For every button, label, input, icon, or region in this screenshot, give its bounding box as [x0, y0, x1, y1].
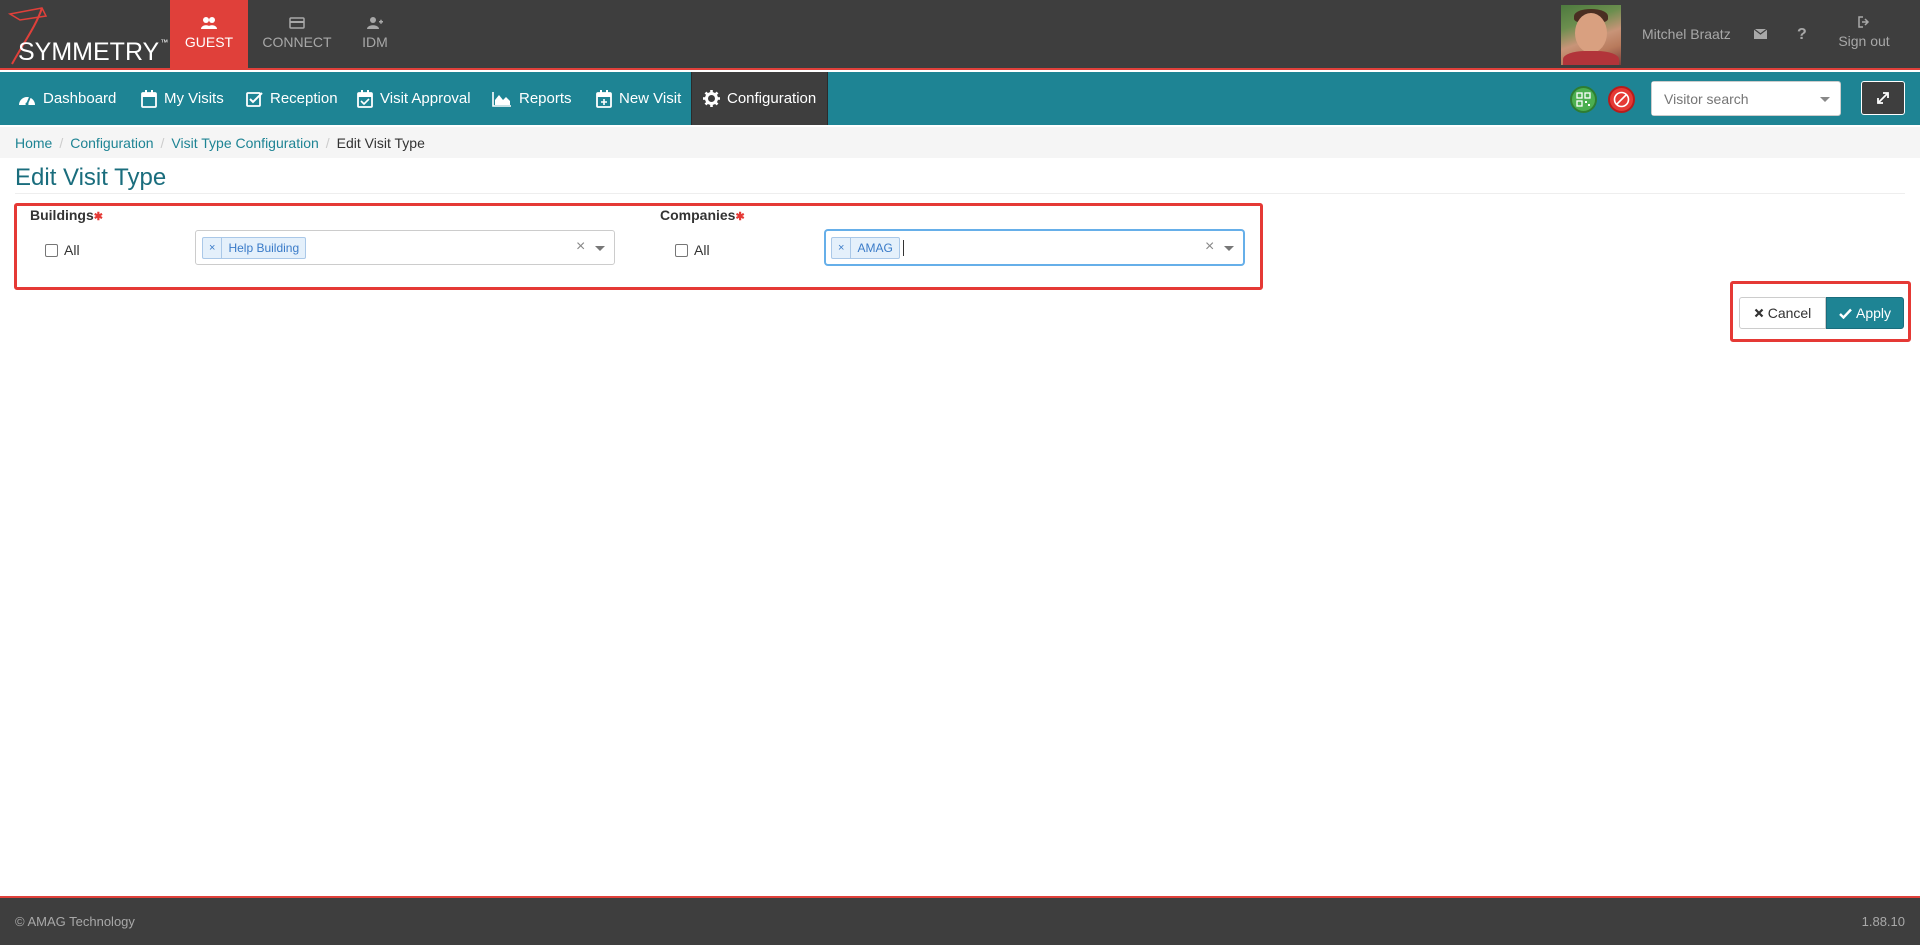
calendar-check-icon — [357, 89, 373, 108]
qr-code-icon — [1576, 92, 1591, 107]
footer: © AMAG Technology 1.88.10 — [0, 896, 1920, 945]
chevron-down-icon[interactable] — [595, 246, 605, 251]
qr-code-button[interactable] — [1570, 86, 1597, 113]
nav-visit-approval[interactable]: Visit Approval — [357, 72, 471, 125]
visitor-search-input[interactable] — [1652, 82, 1812, 115]
breadcrumb-separator: / — [325, 134, 330, 151]
main-nav: Dashboard My Visits Reception Visit Appr… — [0, 72, 1920, 125]
tab-idm[interactable]: IDM — [336, 0, 414, 70]
sign-out-button[interactable]: Sign out — [1836, 16, 1892, 49]
nav-my-visits[interactable]: My Visits — [141, 72, 224, 125]
nav-reports-label: Reports — [519, 90, 572, 107]
breadcrumb-configuration[interactable]: Configuration — [70, 135, 153, 151]
symmetry-logo[interactable]: SYMMETRY™ — [0, 0, 170, 70]
no-entry-icon — [1613, 91, 1630, 108]
user-plus-icon — [367, 17, 383, 29]
breadcrumb-visit-type-configuration[interactable]: Visit Type Configuration — [171, 135, 318, 151]
calendar-plus-icon — [596, 89, 612, 108]
avatar[interactable] — [1561, 5, 1621, 65]
nav-configuration[interactable]: Configuration — [691, 72, 829, 125]
tag-remove-icon[interactable]: × — [203, 238, 223, 258]
clear-icon[interactable]: × — [576, 238, 585, 256]
companies-all-checkbox[interactable]: All — [675, 242, 710, 258]
user-name[interactable]: Mitchel Braatz — [1642, 26, 1731, 42]
top-bar: SYMMETRY™ GUEST CONNECT IDM Mitchel Braa… — [0, 0, 1920, 70]
no-entry-button[interactable] — [1608, 86, 1635, 113]
tag-label: AMAG — [857, 241, 893, 255]
nav-dashboard[interactable]: Dashboard — [18, 72, 116, 125]
required-mark: ✱ — [735, 211, 745, 223]
tab-connect[interactable]: CONNECT — [258, 0, 336, 70]
apply-button[interactable]: Apply — [1826, 297, 1904, 329]
calendar-icon — [141, 89, 157, 108]
logo-text: SYMMETRY™ — [18, 38, 169, 66]
buildings-all-label: All — [64, 242, 80, 258]
title-divider — [15, 193, 1905, 194]
tab-guest-label: GUEST — [184, 34, 234, 50]
breadcrumb-home[interactable]: Home — [15, 135, 52, 151]
companies-all-label: All — [694, 242, 710, 258]
cancel-button[interactable]: Cancel — [1739, 297, 1826, 329]
checkbox-icon — [246, 91, 263, 107]
buildings-label: Buildings✱ — [30, 207, 103, 223]
sign-out-icon — [1858, 16, 1870, 28]
buildings-tag: × Help Building — [202, 237, 307, 259]
chevron-down-icon[interactable] — [1820, 97, 1830, 102]
sign-out-label: Sign out — [1838, 33, 1890, 49]
gear-icon — [703, 90, 720, 107]
clear-icon[interactable]: × — [1205, 238, 1214, 256]
nav-new-visit[interactable]: New Visit — [596, 72, 681, 125]
buildings-all-checkbox[interactable]: All — [45, 242, 80, 258]
buildings-multiselect[interactable]: × Help Building × — [195, 230, 615, 265]
nav-dashboard-label: Dashboard — [43, 90, 117, 107]
close-icon — [1754, 308, 1763, 318]
nav-new-visit-label: New Visit — [619, 90, 682, 107]
tag-remove-icon[interactable]: × — [832, 238, 852, 258]
companies-multiselect[interactable]: × AMAG × — [825, 230, 1244, 265]
footer-copyright: © AMAG Technology — [15, 914, 135, 929]
dashboard-icon — [19, 96, 35, 105]
nav-configuration-label: Configuration — [727, 90, 817, 107]
breadcrumb-separator: / — [160, 134, 165, 151]
check-icon — [1839, 308, 1852, 319]
footer-version: 1.88.10 — [1861, 914, 1905, 929]
breadcrumb-current: Edit Visit Type — [336, 134, 425, 151]
fullscreen-button[interactable] — [1861, 81, 1905, 115]
checkbox-box[interactable] — [45, 243, 58, 257]
required-mark: ✱ — [93, 211, 103, 223]
card-icon — [289, 17, 305, 29]
tab-connect-label: CONNECT — [262, 34, 332, 50]
breadcrumb: Home / Configuration / Visit Type Config… — [0, 127, 1920, 158]
page-title: Edit Visit Type — [15, 164, 167, 191]
checkbox-box[interactable] — [675, 243, 688, 257]
nav-reception-label: Reception — [270, 90, 338, 107]
nav-visit-approval-label: Visit Approval — [380, 90, 471, 107]
help-icon[interactable]: ? — [1797, 26, 1807, 44]
tag-label: Help Building — [228, 241, 300, 255]
companies-label: Companies✱ — [660, 207, 745, 223]
expand-icon — [1877, 92, 1889, 104]
nav-reception[interactable]: Reception — [246, 72, 338, 125]
cancel-label: Cancel — [1767, 305, 1812, 321]
area-chart-icon — [492, 91, 511, 107]
guest-icon — [201, 17, 217, 29]
tab-guest[interactable]: GUEST — [170, 0, 248, 70]
breadcrumb-separator: / — [59, 134, 64, 151]
tab-idm-label: IDM — [362, 34, 388, 50]
nav-reports[interactable]: Reports — [492, 72, 572, 125]
companies-tag: × AMAG — [831, 237, 900, 259]
nav-my-visits-label: My Visits — [164, 90, 224, 107]
chevron-down-icon[interactable] — [1224, 246, 1234, 251]
text-cursor — [903, 240, 904, 256]
mail-icon[interactable] — [1754, 29, 1767, 39]
visitor-search-select[interactable] — [1651, 81, 1841, 116]
apply-label: Apply — [1855, 305, 1892, 321]
